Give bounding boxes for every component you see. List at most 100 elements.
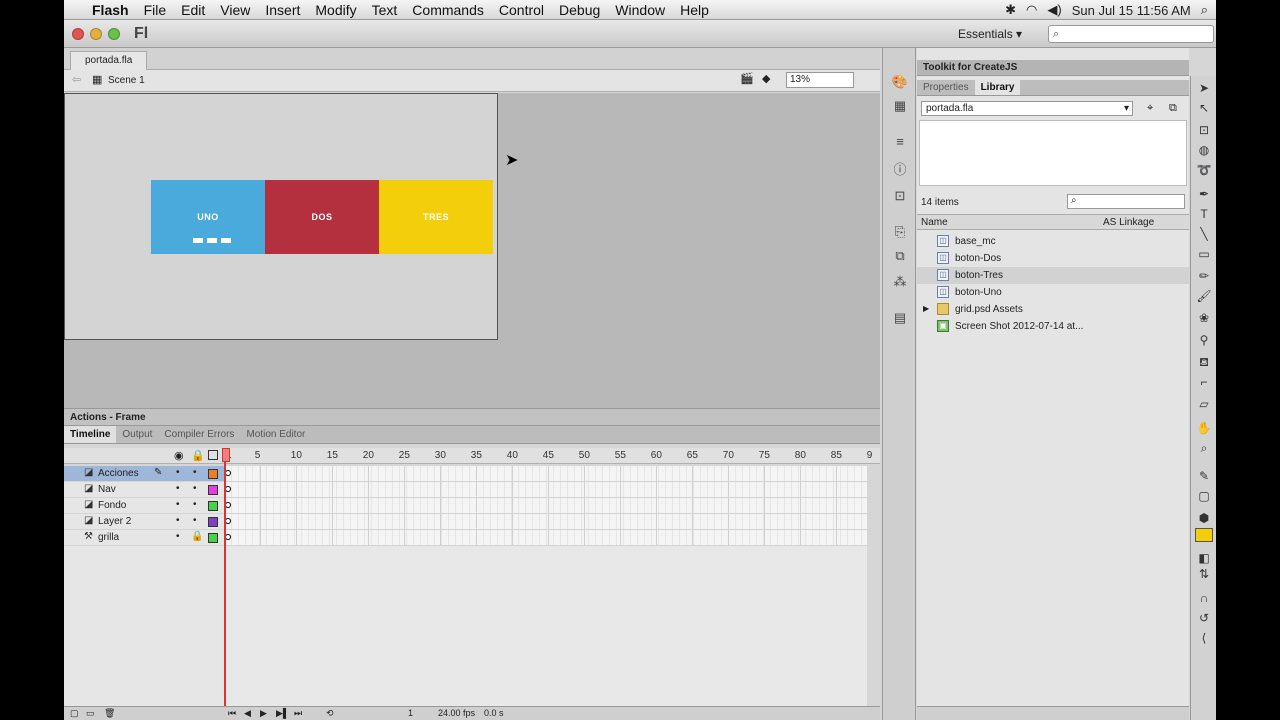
playhead[interactable] (224, 448, 226, 708)
stroke-color-icon[interactable]: ✎ (1195, 468, 1213, 484)
text-tool-icon[interactable]: T (1195, 206, 1213, 222)
help-search-input[interactable]: ⌕ (1048, 25, 1214, 43)
expand-arrow-icon[interactable]: ▶ (923, 304, 929, 313)
play-icon[interactable]: ▶ (260, 708, 267, 719)
boton-uno[interactable]: UNO (151, 180, 265, 254)
playhead-handle[interactable] (222, 448, 230, 462)
stroke-swatch[interactable]: ▢ (1195, 488, 1213, 504)
close-button[interactable] (72, 28, 84, 40)
transform-panel-icon[interactable]: ⊡ (891, 188, 909, 204)
lock-icon[interactable]: 🔒 (191, 531, 203, 542)
tab-motion-editor[interactable]: Motion Editor (240, 426, 311, 443)
bone-tool-icon[interactable]: ⚲ (1195, 332, 1213, 348)
layer-color-swatch[interactable] (208, 517, 218, 527)
zoom-tool-icon[interactable]: ⌕ (1195, 440, 1213, 456)
col-as-linkage[interactable]: AS Linkage (1103, 217, 1154, 228)
lasso-tool-icon[interactable]: ➰ (1195, 162, 1213, 178)
workspace-switcher[interactable]: Essentials ▾ (958, 27, 1022, 41)
frame-number[interactable]: 35 (471, 450, 482, 461)
actions-panel-header[interactable]: Actions - Frame (64, 408, 880, 426)
frame-number[interactable]: 65 (687, 450, 698, 461)
delete-layer-icon[interactable]: 🗑 (104, 708, 115, 719)
layer-name[interactable]: Acciones (98, 468, 139, 479)
layer-color-swatch[interactable] (208, 485, 218, 495)
col-name[interactable]: Name (921, 217, 948, 228)
library-item[interactable]: ▣ Screen Shot 2012-07-14 at... (917, 318, 1189, 335)
pen-tool-icon[interactable]: ✒ (1195, 186, 1213, 202)
layer-color-swatch[interactable] (208, 469, 218, 479)
menu-view[interactable]: View (220, 2, 250, 18)
hand-tool-icon[interactable]: ✋ (1195, 420, 1213, 436)
frame-number[interactable]: 15 (327, 450, 338, 461)
frame-number[interactable]: 85 (831, 450, 842, 461)
spotlight-icon[interactable]: ⌕ (1201, 2, 1208, 18)
new-layer-icon[interactable]: ▢ (70, 708, 79, 719)
subselection-tool-icon[interactable]: ↖ (1195, 100, 1213, 116)
library-item[interactable]: ◫ base_mc (917, 233, 1189, 250)
lock-icon[interactable]: 🔒 (191, 449, 205, 462)
frame-rate[interactable]: 24.00 fps (438, 708, 475, 718)
first-frame-icon[interactable]: ⏮ (228, 708, 236, 719)
frame-number[interactable]: 10 (291, 450, 302, 461)
frame-row[interactable] (225, 498, 867, 514)
new-folder-icon[interactable]: ▭ (86, 708, 95, 719)
next-frame-icon[interactable]: ▶▌ (276, 708, 289, 719)
lock-dot[interactable]: • (193, 467, 197, 478)
black-white-icon[interactable]: ◧ (1195, 550, 1213, 566)
frame-number[interactable]: 5 (255, 450, 261, 461)
frame-row[interactable] (225, 482, 867, 498)
fill-color-icon[interactable]: ⬢ (1195, 510, 1213, 526)
zoom-field[interactable]: 13% (786, 72, 854, 88)
frame-number[interactable]: 9 (867, 450, 873, 461)
document-tab[interactable]: portada.fla (70, 51, 148, 70)
layer-row[interactable]: ◪ Layer 2 • • (64, 514, 224, 530)
scene-label[interactable]: Scene 1 (108, 75, 145, 86)
clock[interactable]: Sun Jul 15 11:56 AM (1072, 3, 1191, 18)
layer-row[interactable]: ◪ Acciones ✎ • • (64, 466, 224, 482)
layer-name[interactable]: grilla (98, 532, 119, 543)
menu-help[interactable]: Help (680, 2, 709, 18)
frame-row[interactable] (225, 530, 867, 546)
menu-modify[interactable]: Modify (315, 2, 356, 18)
library-item[interactable]: ◫ boton-Uno (917, 284, 1189, 301)
wifi-icon[interactable]: ◠ (1026, 2, 1037, 18)
layer-row[interactable]: ◪ Nav • • (64, 482, 224, 498)
menu-debug[interactable]: Debug (559, 2, 600, 18)
frame-number[interactable]: 30 (435, 450, 446, 461)
visibility-dot[interactable]: • (176, 515, 180, 526)
frame-grid[interactable] (225, 466, 867, 706)
lock-dot[interactable]: • (193, 515, 197, 526)
frame-row[interactable] (225, 466, 867, 482)
frame-number[interactable]: 50 (579, 450, 590, 461)
frame-row[interactable] (225, 514, 867, 530)
fill-swatch[interactable] (1195, 528, 1213, 542)
tab-output[interactable]: Output (116, 426, 158, 443)
outline-icon[interactable] (208, 450, 218, 460)
layer-name[interactable]: Layer 2 (98, 516, 131, 527)
zoom-button[interactable] (108, 28, 120, 40)
eyedropper-tool-icon[interactable]: ⌐ (1195, 374, 1213, 390)
volume-icon[interactable]: ◀) (1047, 2, 1061, 18)
library-item[interactable]: ▶ grid.psd Assets (917, 301, 1189, 318)
stage[interactable]: UNO DOS TRES (64, 93, 498, 340)
last-frame-icon[interactable]: ⏭ (294, 708, 302, 719)
visibility-dot[interactable]: • (176, 531, 180, 542)
brush-tool-icon[interactable]: 🖌 (1195, 288, 1213, 304)
tab-properties[interactable]: Properties (917, 80, 975, 95)
pasteboard[interactable]: UNO DOS TRES (64, 93, 880, 429)
menu-control[interactable]: Control (499, 2, 544, 18)
menu-commands[interactable]: Commands (412, 2, 484, 18)
layer-name[interactable]: Nav (98, 484, 116, 495)
3d-rotation-tool-icon[interactable]: ◍ (1195, 142, 1213, 158)
tab-compiler-errors[interactable]: Compiler Errors (158, 426, 240, 443)
library-document-select[interactable]: portada.fla ▾ (921, 101, 1133, 116)
visibility-dot[interactable]: • (176, 467, 180, 478)
visibility-dot[interactable]: • (176, 483, 180, 494)
bluetooth-icon[interactable]: ✱ (1005, 2, 1016, 18)
library-item[interactable]: ◫ boton-Dos (917, 250, 1189, 267)
edit-symbols-icon[interactable]: ◆ (762, 72, 770, 85)
frame-number[interactable]: 60 (651, 450, 662, 461)
menu-window[interactable]: Window (615, 2, 665, 18)
selection-tool-icon[interactable]: ➤ (1195, 80, 1213, 96)
menu-file[interactable]: File (144, 2, 167, 18)
